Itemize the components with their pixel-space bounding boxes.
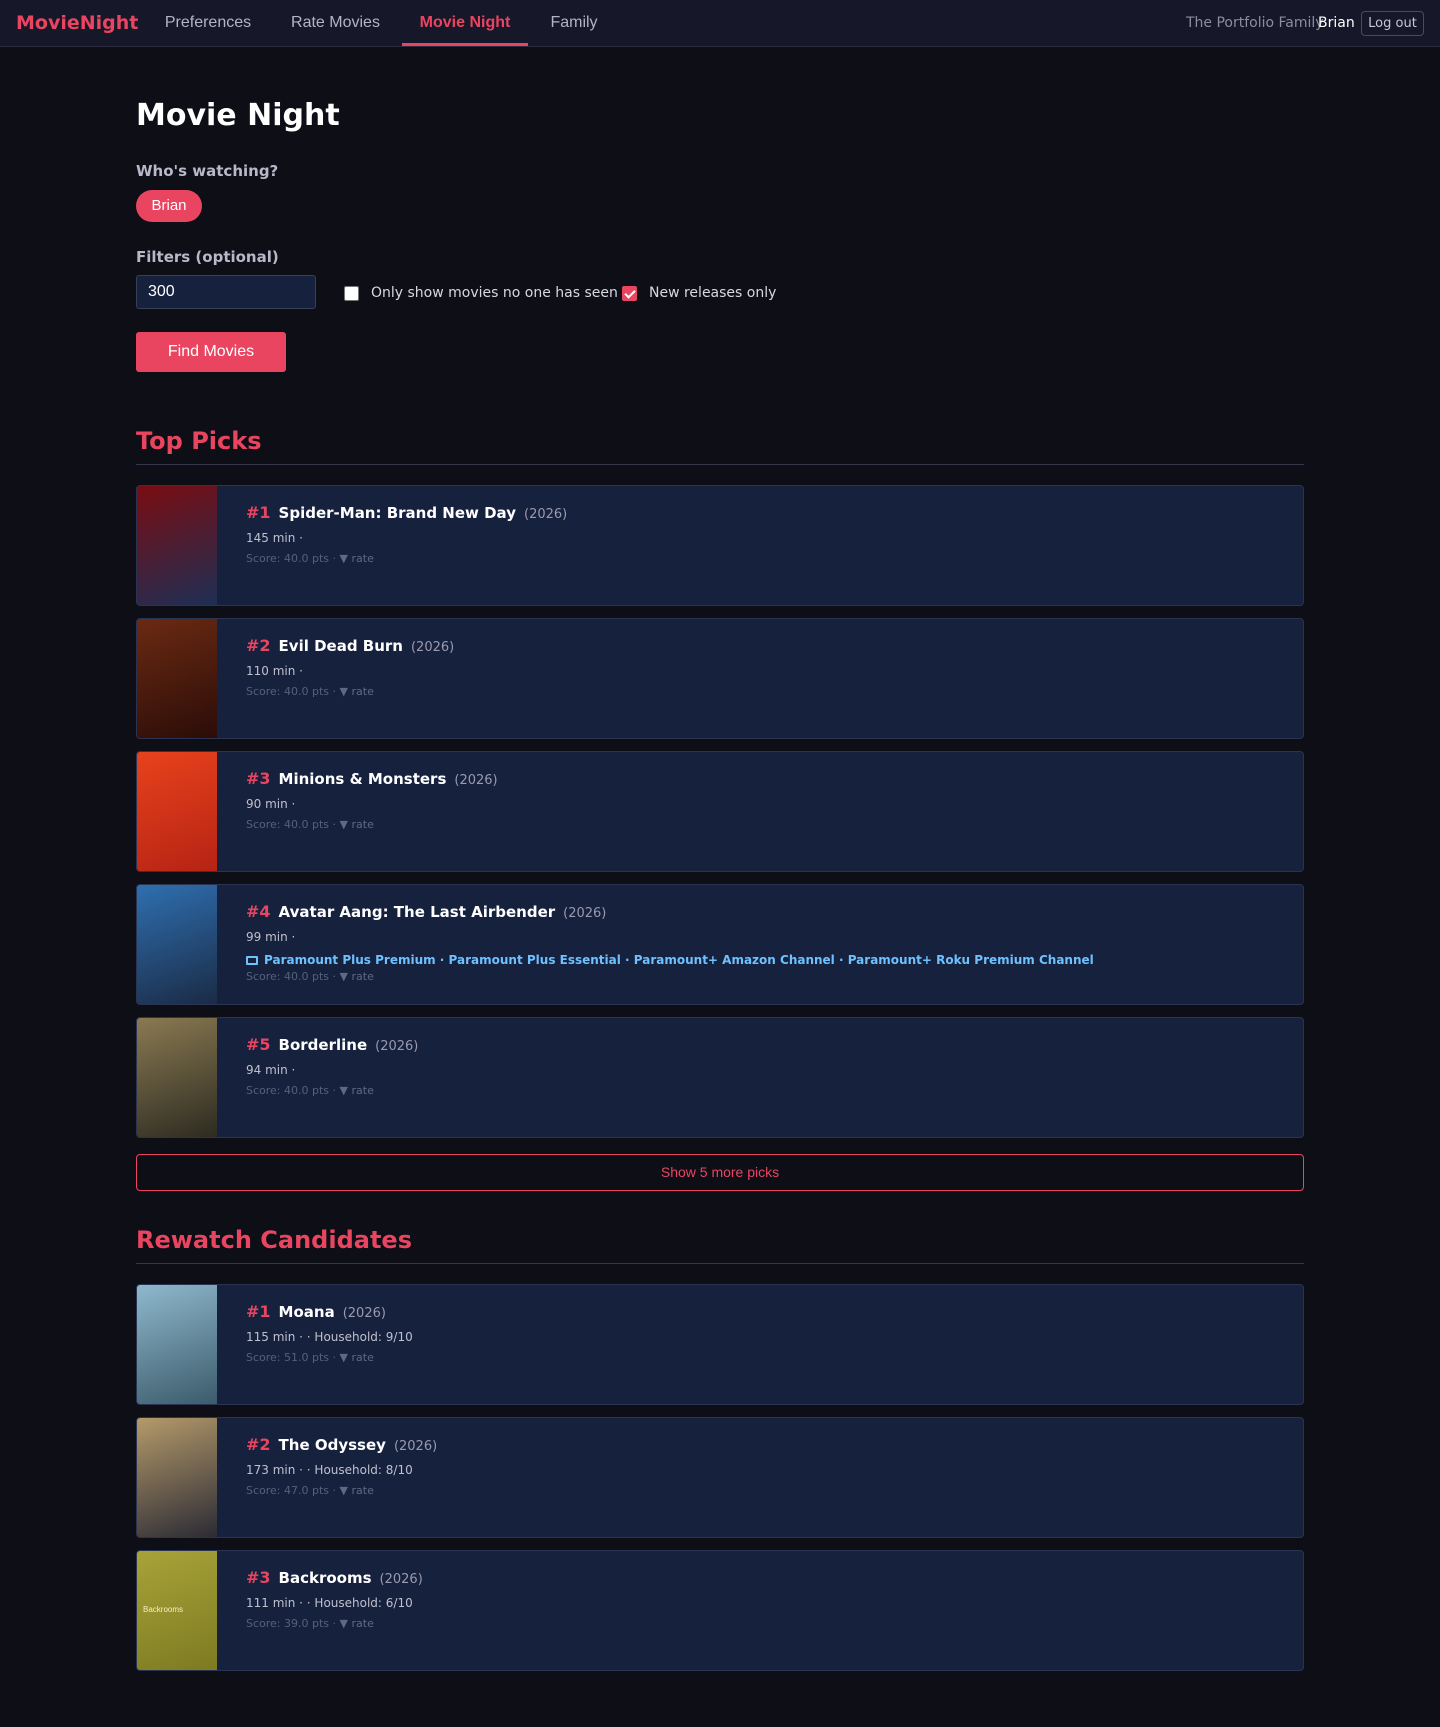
score: Score: 40.0 pts ·	[246, 685, 337, 698]
page-title: Movie Night	[136, 98, 340, 133]
movie-card[interactable]: #2 Evil Dead Burn (2026) 110 min · Score…	[136, 618, 1304, 739]
rewatch-heading: Rewatch Candidates	[136, 1226, 1304, 1264]
nav-preferences[interactable]: Preferences	[155, 0, 261, 46]
movie-title: Evil Dead Burn	[278, 637, 403, 655]
score: Score: 40.0 pts ·	[246, 552, 337, 565]
score: Score: 39.0 pts ·	[246, 1617, 337, 1630]
nav-rate-movies[interactable]: Rate Movies	[284, 0, 387, 46]
nav-family[interactable]: Family	[546, 0, 602, 46]
movie-card[interactable]: #4 Avatar Aang: The Last Airbender (2026…	[136, 884, 1304, 1005]
rank: #4	[246, 902, 271, 921]
movie-poster	[137, 1018, 217, 1137]
movie-title: Spider-Man: Brand New Day	[278, 504, 516, 522]
new-releases-label: New releases only	[649, 285, 777, 301]
score: Score: 40.0 pts ·	[246, 1084, 337, 1097]
filters-label: Filters (optional)	[136, 248, 279, 266]
new-releases-checkbox[interactable]	[622, 285, 637, 301]
movie-card[interactable]: #3 Minions & Monsters (2026) 90 min · Sc…	[136, 751, 1304, 872]
rate-toggle[interactable]: ▼ rate	[340, 1084, 374, 1097]
movie-year: (2026)	[563, 906, 607, 921]
movie-title: Minions & Monsters	[278, 770, 447, 788]
movie-title: Moana	[278, 1303, 335, 1321]
movie-year: (2026)	[410, 640, 455, 655]
rank: #1	[246, 1302, 271, 1321]
score: Score: 47.0 pts ·	[246, 1484, 337, 1497]
movie-poster	[137, 1418, 217, 1537]
movie-poster: Backrooms	[137, 1551, 217, 1670]
top-picks-heading: Top Picks	[136, 427, 1304, 465]
movie-card[interactable]: #1 Spider-Man: Brand New Day (2026) 145 …	[136, 485, 1304, 606]
movie-year: (2026)	[524, 507, 568, 522]
top-nav: MovieNight Preferences Rate Movies Movie…	[0, 0, 1440, 47]
providers-list[interactable]: Paramount Plus Premium · Paramount Plus …	[264, 953, 1094, 967]
rank: #3	[246, 769, 271, 788]
movie-poster	[137, 486, 217, 605]
rate-toggle[interactable]: ▼ rate	[340, 1617, 374, 1630]
unseen-checkbox[interactable]	[344, 285, 359, 301]
movie-poster	[137, 619, 217, 738]
movie-year: (2026)	[393, 1439, 438, 1454]
rate-toggle[interactable]: ▼ rate	[340, 1351, 374, 1364]
new-releases-filter[interactable]: New releases only	[622, 285, 776, 301]
movie-meta: 145 min ·	[246, 531, 303, 545]
movie-meta: 94 min ·	[246, 1063, 296, 1077]
brand-logo[interactable]: MovieNight	[16, 12, 138, 34]
rewatch-card[interactable]: #1 Moana (2026) 115 min · · Household: 9…	[136, 1284, 1304, 1405]
rate-toggle[interactable]: ▼ rate	[340, 552, 374, 565]
score: Score: 40.0 pts ·	[246, 818, 337, 831]
movie-title: The Odyssey	[278, 1436, 386, 1454]
rate-toggle[interactable]: ▼ rate	[340, 970, 374, 983]
family-name: The Portfolio Family	[1186, 15, 1324, 31]
rank: #2	[246, 636, 271, 655]
movie-year: (2026)	[342, 1306, 386, 1321]
rank: #2	[246, 1435, 271, 1454]
movie-poster	[137, 752, 217, 871]
streaming-providers[interactable]: Paramount Plus Premium · Paramount Plus …	[246, 953, 1293, 967]
rank: #5	[246, 1035, 271, 1054]
user-name: Brian	[1318, 15, 1355, 31]
rate-toggle[interactable]: ▼ rate	[340, 818, 374, 831]
movie-year: (2026)	[454, 773, 498, 788]
movie-meta: 111 min · · Household: 6/10	[246, 1596, 413, 1610]
movie-title: Avatar Aang: The Last Airbender	[278, 903, 556, 921]
watcher-chip-brian[interactable]: Brian	[136, 190, 202, 222]
show-more-picks-button[interactable]: Show 5 more picks	[136, 1154, 1304, 1191]
find-movies-button[interactable]: Find Movies	[136, 332, 286, 372]
rank: #3	[246, 1568, 271, 1587]
movie-meta: 90 min ·	[246, 797, 296, 811]
unseen-filter[interactable]: Only show movies no one has seen	[344, 285, 618, 301]
filter-input[interactable]: 300	[136, 275, 316, 309]
movie-meta: 115 min · · Household: 9/10	[246, 1330, 413, 1344]
score: Score: 40.0 pts ·	[246, 970, 337, 983]
movie-year: (2026)	[375, 1039, 419, 1054]
movie-meta: 110 min ·	[246, 664, 303, 678]
movie-meta: 173 min · · Household: 8/10	[246, 1463, 413, 1477]
tv-icon	[246, 955, 258, 965]
watching-label: Who's watching?	[136, 162, 279, 180]
logout-button[interactable]: Log out	[1361, 11, 1424, 36]
movie-poster	[137, 1285, 217, 1404]
unseen-label: Only show movies no one has seen	[371, 285, 618, 301]
poster-text: Backrooms	[143, 1605, 184, 1614]
movie-meta: 99 min ·	[246, 930, 296, 944]
nav-movie-night[interactable]: Movie Night	[402, 0, 528, 46]
movie-poster	[137, 885, 217, 1004]
movie-title: Borderline	[278, 1036, 368, 1054]
rate-toggle[interactable]: ▼ rate	[340, 685, 374, 698]
score: Score: 51.0 pts ·	[246, 1351, 337, 1364]
rank: #1	[246, 503, 271, 522]
movie-card[interactable]: #5 Borderline (2026) 94 min · Score: 40.…	[136, 1017, 1304, 1138]
rewatch-card[interactable]: #2 The Odyssey (2026) 173 min · · Househ…	[136, 1417, 1304, 1538]
rewatch-card[interactable]: Backrooms #3 Backrooms (2026) 111 min · …	[136, 1550, 1304, 1671]
movie-year: (2026)	[379, 1572, 423, 1587]
movie-title: Backrooms	[278, 1569, 372, 1587]
rate-toggle[interactable]: ▼ rate	[340, 1484, 374, 1497]
